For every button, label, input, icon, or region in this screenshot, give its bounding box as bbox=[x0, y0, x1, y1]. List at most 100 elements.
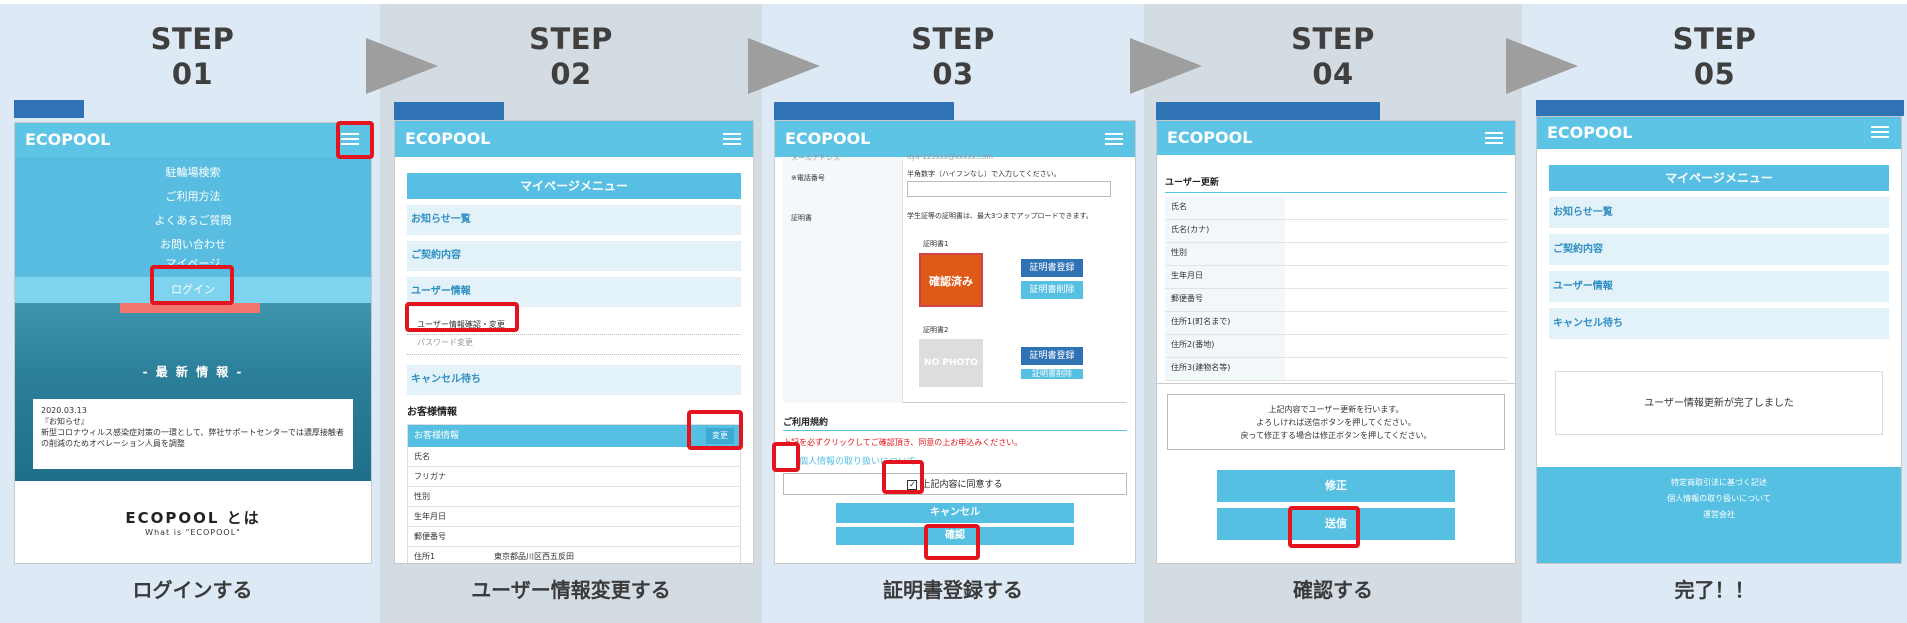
news-heading: - 最 新 情 報 - bbox=[142, 365, 244, 379]
footer-link[interactable]: 個人情報の取り扱いについて bbox=[1537, 491, 1901, 507]
menu-item-contract[interactable]: ご契約内容 bbox=[1549, 234, 1889, 265]
highlight-send bbox=[1288, 506, 1360, 548]
brand-logo: ECOPOOL bbox=[25, 130, 111, 149]
news-date: 2020.03.13 bbox=[41, 406, 87, 415]
step2-screen: ECOPOOL マイページメニュー お知らせ一覧 ご契約内容 ユーザー情報 ユー… bbox=[380, 0, 762, 623]
form-label-column bbox=[783, 157, 903, 403]
fix-button[interactable]: 修正 bbox=[1217, 470, 1455, 502]
cert-label: 証明書 bbox=[791, 214, 812, 222]
table-row: 氏名 bbox=[1165, 197, 1507, 220]
app-header: ECOPOOL bbox=[1537, 117, 1901, 149]
menu-item[interactable]: ご利用方法 bbox=[15, 185, 371, 209]
mypage-menu-title: マイページメニュー bbox=[407, 173, 741, 199]
app-header: ECOPOOL bbox=[395, 121, 753, 157]
about-section: ECOPOOL とは What is "ECOPOOL" bbox=[15, 481, 371, 537]
completion-message: ユーザー情報更新が完了しました bbox=[1555, 371, 1883, 435]
privacy-link[interactable]: 個人情報の取り扱いについて bbox=[783, 454, 1127, 467]
cancel-button[interactable]: キャンセル bbox=[836, 503, 1074, 523]
email-value: aya-123xxx@xxxxx.com bbox=[907, 153, 993, 161]
tab-strip bbox=[1156, 102, 1380, 120]
table-row: 郵便番号 bbox=[1165, 289, 1507, 312]
about-title: ECOPOOL とは bbox=[125, 509, 261, 527]
phone-screen: ECOPOOL マイページメニュー お知らせ一覧 ご契約内容 ユーザー情報 キャ… bbox=[1536, 116, 1902, 564]
menu-item[interactable]: お問い合わせ bbox=[15, 233, 371, 257]
menu-item-waitlist[interactable]: キャンセル待ち bbox=[407, 365, 741, 395]
update-table: 氏名 氏名(カナ) 性別 生年月日 郵便番号 住所1(町名まで) 住所2(番地)… bbox=[1165, 197, 1507, 383]
menu-item-notices[interactable]: お知らせ一覧 bbox=[407, 205, 741, 235]
tab-strip bbox=[394, 102, 504, 120]
hamburger-menu-icon[interactable] bbox=[1105, 133, 1123, 148]
step3-screen: ECOPOOL メールアドレス aya-123xxx@xxxxx.com ※電話… bbox=[762, 0, 1144, 623]
phone-screen: ECOPOOL 駐輪場検索 ご利用方法 よくあるご質問 お問い合わせ マイページ… bbox=[14, 122, 372, 564]
table-row: 氏名(カナ) bbox=[1165, 220, 1507, 243]
menu-item-waitlist[interactable]: キャンセル待ち bbox=[1549, 308, 1889, 339]
note-line: 上記内容でユーザー更新を行います。 bbox=[1268, 405, 1404, 414]
news-body: 新型コロナウィルス感染症対策の一環として、弊社サポートセンターでは濃厚接触者の削… bbox=[41, 428, 344, 448]
table-row: 性別 bbox=[1165, 243, 1507, 266]
highlight-user-edit bbox=[405, 302, 519, 332]
table-row: フリガナ bbox=[408, 467, 740, 487]
highlight-privacy-check bbox=[772, 442, 800, 472]
phone-screen: ECOPOOL マイページメニュー お知らせ一覧 ご契約内容 ユーザー情報 ユー… bbox=[394, 120, 754, 564]
menu-item[interactable]: 駐輪場検索 bbox=[15, 161, 371, 185]
menu-item[interactable]: よくあるご質問 bbox=[15, 209, 371, 233]
tab-strip bbox=[774, 102, 954, 120]
news-box: 2020.03.13 『お知らせ』 新型コロナウィルス感染症対策の一環として、弊… bbox=[33, 399, 353, 469]
cert2-no-photo: NO PHOTO bbox=[919, 339, 983, 387]
phone-screen: ECOPOOL ユーザー更新 氏名 氏名(カナ) 性別 生年月日 郵便番号 住所… bbox=[1156, 120, 1516, 564]
step4-screen: ECOPOOL ユーザー更新 氏名 氏名(カナ) 性別 生年月日 郵便番号 住所… bbox=[1144, 0, 1522, 623]
highlight-agree bbox=[882, 460, 924, 494]
table-row: 生年月日 bbox=[1165, 266, 1507, 289]
note-line: 戻って修正する場合は修正ボタンを押してください。 bbox=[1240, 431, 1432, 440]
step1-screen: ECOPOOL 駐輪場検索 ご利用方法 よくあるご質問 お問い合わせ マイページ… bbox=[0, 0, 380, 623]
phone-input[interactable] bbox=[907, 181, 1111, 197]
brand-logo: ECOPOOL bbox=[785, 129, 871, 148]
table-row: 性別 bbox=[408, 487, 740, 507]
highlight-hamburger bbox=[336, 121, 374, 159]
footer: 特定商取引法に基づく記述 個人情報の取り扱いについて 運営会社 bbox=[1537, 467, 1901, 563]
hamburger-menu-icon[interactable] bbox=[1485, 132, 1503, 147]
highlight-change bbox=[687, 410, 743, 450]
table-header-label: お客様情報 bbox=[414, 431, 460, 441]
cert2-delete-button[interactable]: 証明書削除 bbox=[1021, 369, 1083, 379]
form-area: メールアドレス aya-123xxx@xxxxx.com ※電話番号 半角数字（… bbox=[783, 153, 1127, 403]
update-title: ユーザー更新 bbox=[1165, 175, 1507, 193]
table-row: 生年月日 bbox=[408, 507, 740, 527]
menu-item-user-info[interactable]: ユーザー情報 bbox=[1549, 271, 1889, 302]
email-label: メールアドレス bbox=[791, 154, 840, 162]
menu-item-notices[interactable]: お知らせ一覧 bbox=[1549, 197, 1889, 228]
table-row: 住所1(町名まで) bbox=[1165, 312, 1507, 335]
cert2-register-button[interactable]: 証明書登録 bbox=[1021, 347, 1083, 365]
tab-strip bbox=[14, 100, 84, 118]
phone-label: ※電話番号 bbox=[791, 174, 825, 182]
app-header: ECOPOOL bbox=[1157, 121, 1515, 155]
cert1-confirmed-badge: 確認済み bbox=[919, 253, 983, 307]
brand-logo: ECOPOOL bbox=[1547, 123, 1633, 142]
cert1-register-button[interactable]: 証明書登録 bbox=[1021, 259, 1083, 277]
submenu-password[interactable]: パスワード変更 bbox=[407, 335, 741, 355]
highlight-confirm bbox=[924, 524, 980, 560]
cert1-delete-button[interactable]: 証明書削除 bbox=[1021, 281, 1083, 299]
agree-label: 上記内容に同意する bbox=[921, 480, 1003, 490]
news-title: 『お知らせ』 bbox=[41, 417, 89, 426]
hamburger-menu-icon[interactable] bbox=[1871, 126, 1889, 141]
phone-screen: ECOPOOL メールアドレス aya-123xxx@xxxxx.com ※電話… bbox=[774, 120, 1136, 564]
footer-link[interactable]: 運営会社 bbox=[1537, 507, 1901, 523]
cert2-label: 証明書2 bbox=[923, 326, 949, 334]
table-row: 住所1 東京都品川区西五反田 bbox=[408, 547, 740, 563]
step5-screen: ECOPOOL マイページメニュー お知らせ一覧 ご契約内容 ユーザー情報 キャ… bbox=[1522, 0, 1907, 623]
table-row: 住所3(建物名等) bbox=[1165, 358, 1507, 381]
hamburger-menu-icon[interactable] bbox=[723, 133, 741, 148]
menu-item-contract[interactable]: ご契約内容 bbox=[407, 241, 741, 271]
highlight-login bbox=[150, 265, 234, 305]
footer-link[interactable]: 特定商取引法に基づく記述 bbox=[1537, 475, 1901, 491]
phone-hint: 半角数字（ハイフンなし）で入力してください。 bbox=[907, 170, 1061, 178]
tab-strip bbox=[1536, 100, 1904, 116]
brand-logo: ECOPOOL bbox=[1167, 128, 1253, 147]
agree-checkbox[interactable]: ✓ 上記内容に同意する bbox=[783, 473, 1127, 495]
hero-image: - 最 新 情 報 - 2020.03.13 『お知らせ』 新型コロナウィルス感… bbox=[15, 303, 371, 481]
terms-note: 上記を必ずクリックしてご確認頂き、同意の上お申込みください。 bbox=[783, 438, 1023, 447]
terms-title: ご利用規約 bbox=[783, 415, 1127, 431]
cert-hint: 学生証等の証明書は、最大3つまでアップロードできます。 bbox=[907, 212, 1093, 220]
app-header: ECOPOOL bbox=[15, 123, 371, 157]
